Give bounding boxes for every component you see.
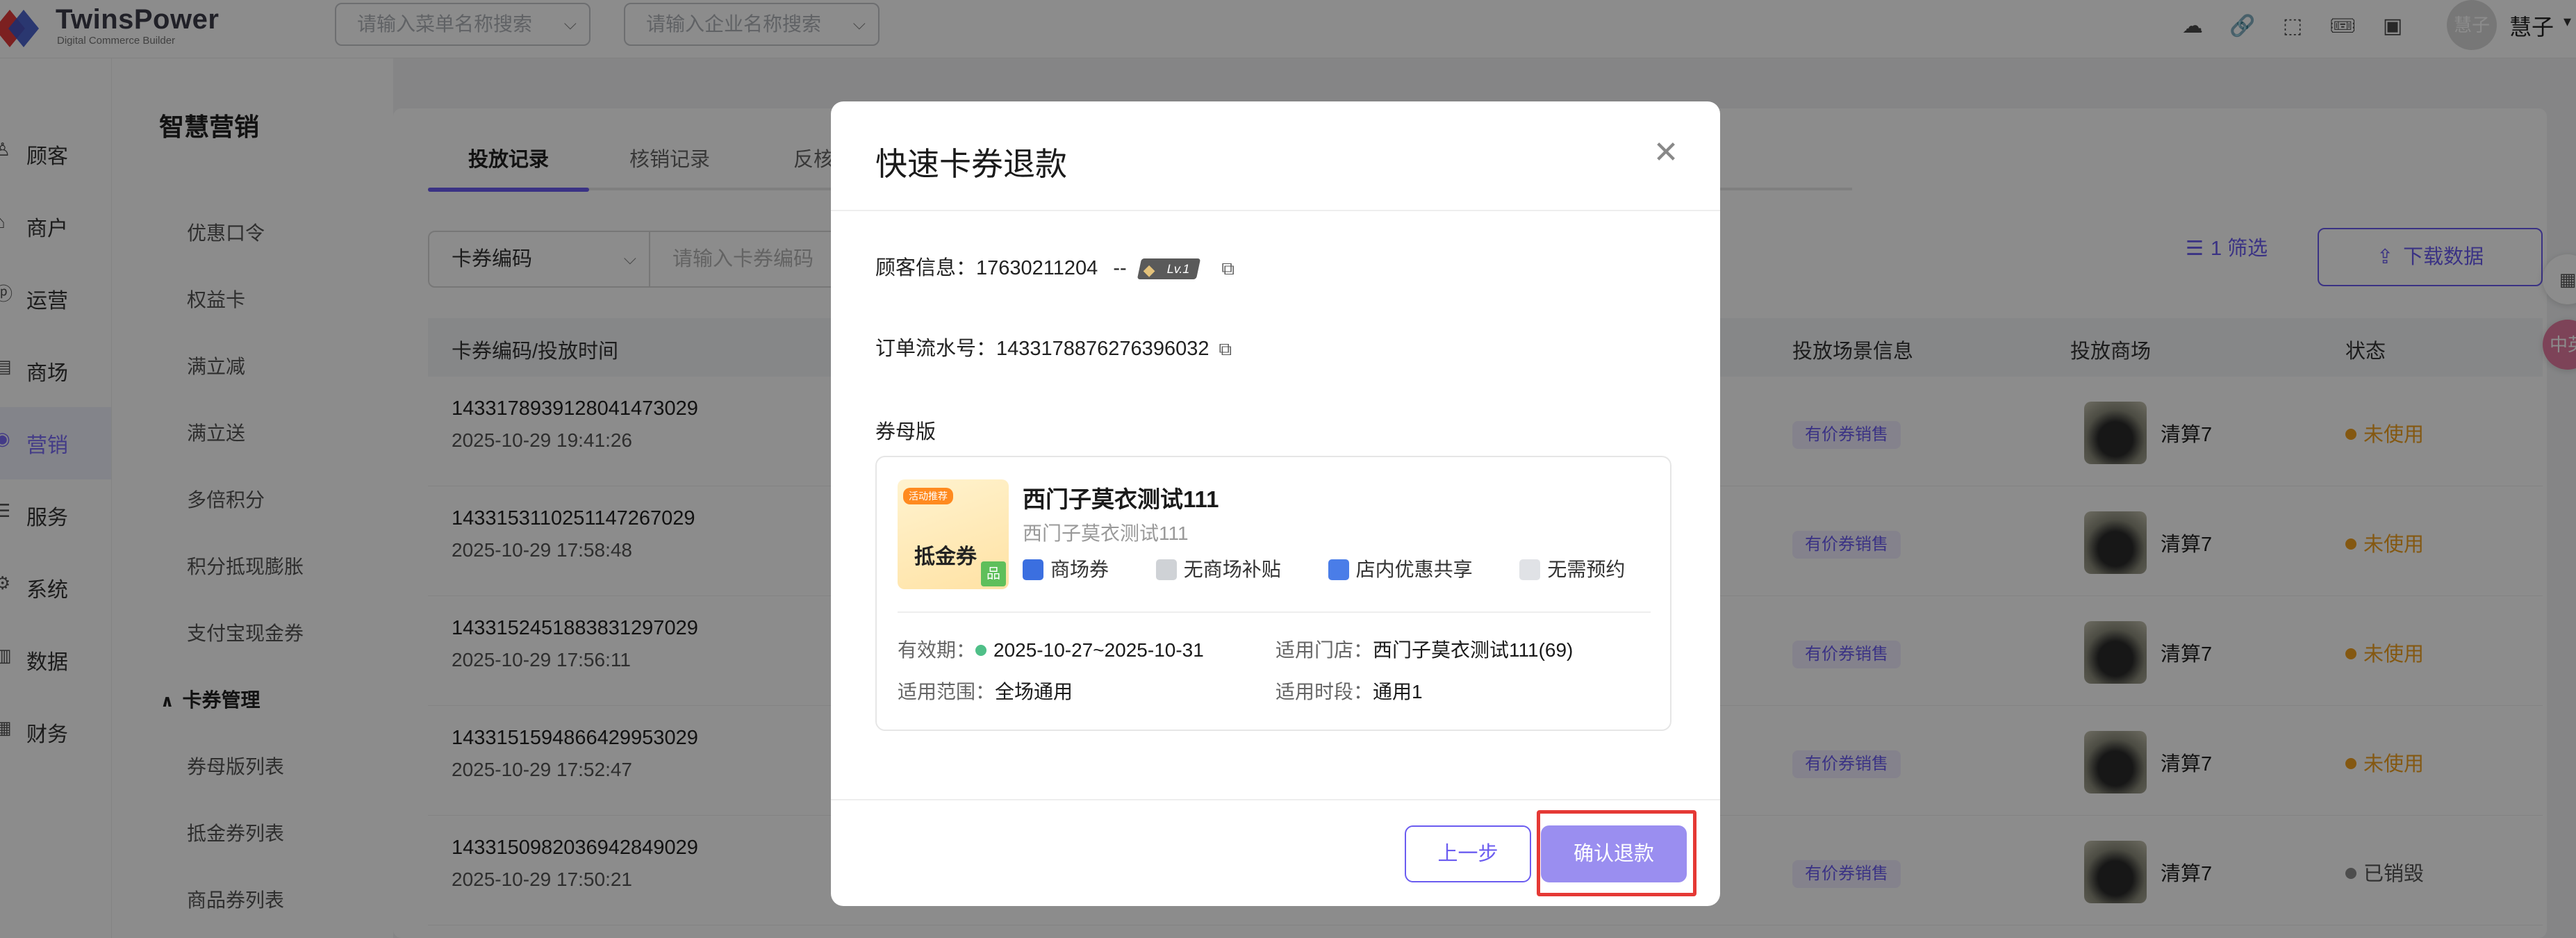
scope-row: 适用范围：全场通用	[898, 677, 1073, 705]
modal-title: 快速卡券退款	[875, 146, 1067, 182]
coupon-tag: 活动推荐	[903, 488, 953, 504]
external-link-icon[interactable]: ⧉	[1221, 258, 1235, 280]
section-label: 券母版	[875, 421, 936, 443]
validity-label: 有效期：	[898, 639, 976, 661]
previous-step-button[interactable]: 上一步	[1405, 825, 1531, 882]
coupon-stamp: 品	[981, 561, 1006, 586]
customer-info: 顾客信息：17630211204 -- ◆ Lv.1 ⧉	[875, 252, 1235, 281]
modal-footer-divider	[831, 799, 1720, 800]
customer-phone: 17630211204	[976, 257, 1098, 279]
scope-label: 适用范围：	[898, 681, 996, 702]
order-info: 订单流水号：1433178876276396032 ⧉	[875, 332, 1232, 361]
order-number: 1433178876276396032	[996, 338, 1209, 360]
coupon-thumbnail-text: 抵金券	[914, 545, 977, 568]
shared-discount-icon	[1328, 559, 1349, 580]
tag-label: 无商场补贴	[1183, 559, 1281, 580]
coupon-subtitle: 西门子莫衣测试111	[1023, 523, 1189, 544]
close-icon[interactable]: ✕	[1649, 136, 1683, 170]
tag-mall-coupon: 商场券	[1023, 559, 1130, 580]
member-level: Lv.1	[1165, 262, 1191, 277]
no-subsidy-icon	[1155, 559, 1177, 580]
tag-label: 商场券	[1050, 559, 1109, 580]
store-label: 适用门店：	[1275, 639, 1373, 661]
customer-info-label: 顾客信息：	[875, 257, 977, 279]
refund-modal: 快速卡券退款 ✕ 顾客信息：17630211204 -- ◆ Lv.1 ⧉ 订单流水…	[831, 101, 1720, 906]
store-value: 西门子莫衣测试111(69)	[1373, 639, 1574, 661]
external-link-icon[interactable]: ⧉	[1219, 338, 1232, 361]
coupon-tags: 商场券 无商场补贴 店内优惠共享 无需预约	[1023, 554, 1667, 582]
member-level-badge: ◆ Lv.1	[1137, 258, 1200, 280]
period-label: 适用时段：	[1275, 681, 1373, 702]
diamond-icon: ◆	[1143, 261, 1155, 279]
status-dot	[975, 645, 987, 656]
coupon-thumbnail: 活动推荐 抵金券 品	[898, 479, 1009, 589]
coupon-name: 西门子莫衣测试111	[1023, 486, 1219, 512]
tag-no-reservation: 无需预约	[1519, 559, 1646, 580]
validity-row: 有效期： 2025-10-27~2025-10-31	[898, 635, 1204, 663]
store-row: 适用门店：西门子莫衣测试111(69)	[1275, 635, 1573, 663]
calendar-icon	[1519, 559, 1541, 580]
customer-separator: --	[1113, 257, 1127, 279]
modal-header-divider	[831, 210, 1720, 211]
period-value: 通用1	[1373, 681, 1423, 702]
scope-value: 全场通用	[995, 681, 1073, 702]
highlight-box	[1537, 810, 1696, 896]
tag-label: 店内优惠共享	[1355, 559, 1473, 580]
validity-value: 2025-10-27~2025-10-31	[993, 639, 1204, 661]
period-row: 适用时段：通用1	[1275, 677, 1423, 705]
tag-shared-discount: 店内优惠共享	[1328, 559, 1494, 580]
coupon-divider	[898, 611, 1651, 613]
mall-coupon-icon	[1023, 559, 1043, 580]
coupon-card: 活动推荐 抵金券 品 西门子莫衣测试111 西门子莫衣测试111 商场券 无商场…	[875, 456, 1671, 731]
tag-no-subsidy: 无商场补贴	[1155, 559, 1302, 580]
order-label: 订单流水号：	[875, 338, 997, 360]
tag-label: 无需预约	[1547, 559, 1626, 580]
